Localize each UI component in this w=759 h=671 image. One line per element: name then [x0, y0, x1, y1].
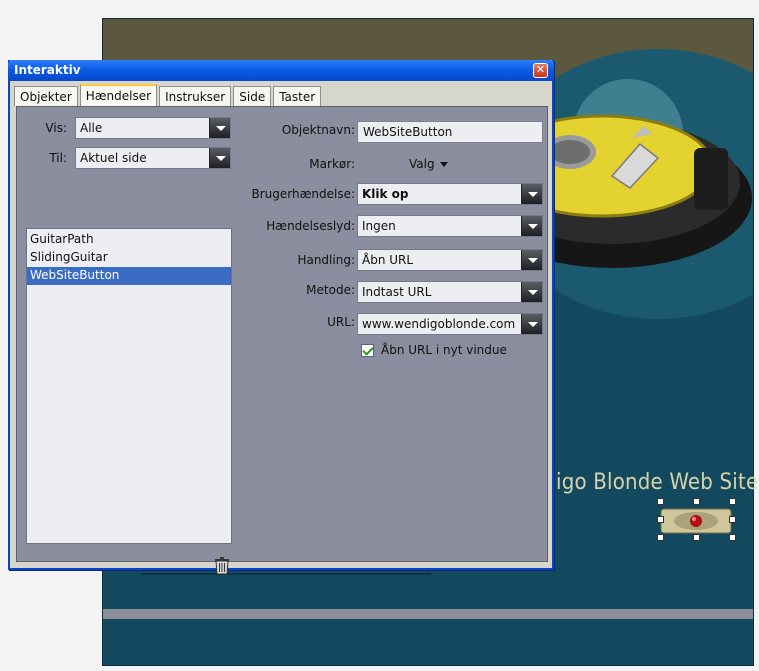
checkmark-icon[interactable]	[361, 343, 374, 357]
selection-handle[interactable]	[657, 498, 664, 505]
handling-value: Åbn URL	[362, 253, 414, 267]
selection-handle[interactable]	[657, 534, 664, 541]
url-combo[interactable]: www.wendigoblonde.com	[357, 313, 543, 335]
vis-label: Vis:	[45, 121, 67, 135]
selection-handle[interactable]	[729, 534, 736, 541]
website-button-graphic[interactable]	[660, 503, 732, 537]
brugerhaendelse-label: Brugerhændelse:	[251, 187, 356, 201]
open-new-window-label: Åbn URL i nyt vindue	[381, 343, 507, 357]
selection-handle[interactable]	[693, 534, 700, 541]
chevron-down-icon[interactable]	[521, 216, 542, 236]
tab-instrukser[interactable]: Instrukser	[159, 86, 232, 106]
markor-label: Markør:	[309, 157, 355, 171]
markor-dropdown[interactable]: Valg	[409, 157, 448, 171]
haendelseslyd-value: Ingen	[362, 219, 396, 233]
events-panel: Vis: Alle Til: Aktuel side GuitarPath Sl…	[16, 106, 548, 575]
vis-dropdown[interactable]: Alle	[75, 117, 231, 139]
tab-side[interactable]: Side	[233, 86, 272, 106]
chevron-down-icon[interactable]	[521, 184, 542, 204]
metode-label: Metode:	[306, 283, 355, 297]
chevron-down-icon[interactable]	[521, 314, 542, 334]
url-value[interactable]: www.wendigoblonde.com	[362, 317, 515, 331]
chevron-down-icon	[439, 162, 448, 167]
til-dropdown[interactable]: Aktuel side	[75, 147, 231, 169]
tab-bar: Objekter Hændelser Instrukser Side Taste…	[14, 84, 323, 106]
vis-value: Alle	[80, 121, 103, 135]
window-titlebar[interactable]: Interaktiv ✕	[8, 60, 554, 81]
open-new-window-checkbox[interactable]: Åbn URL i nyt vindue	[361, 343, 507, 357]
list-item[interactable]: SlidingGuitar	[27, 249, 231, 267]
list-item[interactable]: GuitarPath	[27, 231, 231, 249]
tab-taster[interactable]: Taster	[273, 86, 322, 106]
haendelseslyd-label: Hændelseslyd:	[266, 219, 355, 233]
brugerhaendelse-dropdown[interactable]: Klik op	[357, 183, 543, 205]
til-value: Aktuel side	[80, 151, 147, 165]
selection-handle[interactable]	[729, 498, 736, 505]
chevron-down-icon[interactable]	[209, 148, 230, 168]
canvas-bottom-band	[103, 609, 753, 619]
chevron-down-icon[interactable]	[521, 282, 542, 302]
canvas-divider-line	[141, 573, 431, 575]
objektnavn-label: Objektnavn:	[281, 123, 355, 137]
chevron-down-icon[interactable]	[521, 250, 542, 270]
close-icon[interactable]: ✕	[533, 63, 548, 78]
url-label: URL:	[327, 315, 355, 329]
interaktiv-window: Interaktiv ✕ Objekter Hændelser Instruks…	[8, 60, 554, 575]
handling-dropdown[interactable]: Åbn URL	[357, 249, 543, 271]
markor-value: Valg	[409, 157, 435, 171]
selection-handle[interactable]	[729, 516, 736, 523]
metode-value: Indtast URL	[362, 285, 432, 299]
objektnavn-field[interactable]: WebSiteButton	[357, 121, 543, 143]
metode-dropdown[interactable]: Indtast URL	[357, 281, 543, 303]
tab-haendelser[interactable]: Hændelser	[79, 84, 158, 106]
window-title: Interaktiv	[14, 63, 81, 77]
handling-label: Handling:	[297, 253, 355, 267]
selection-handle[interactable]	[693, 498, 700, 505]
object-list[interactable]: GuitarPath SlidingGuitar WebSiteButton	[26, 228, 232, 544]
haendelseslyd-dropdown[interactable]: Ingen	[357, 215, 543, 237]
trash-icon[interactable]	[214, 557, 230, 575]
selection-handle[interactable]	[657, 516, 664, 523]
site-title-text: igo Blonde Web Site	[556, 470, 759, 495]
chevron-down-icon[interactable]	[209, 118, 230, 138]
til-label: Til:	[49, 151, 67, 165]
brugerhaendelse-value: Klik op	[362, 187, 409, 201]
tab-objekter[interactable]: Objekter	[14, 86, 78, 106]
list-item[interactable]: WebSiteButton	[27, 267, 231, 285]
